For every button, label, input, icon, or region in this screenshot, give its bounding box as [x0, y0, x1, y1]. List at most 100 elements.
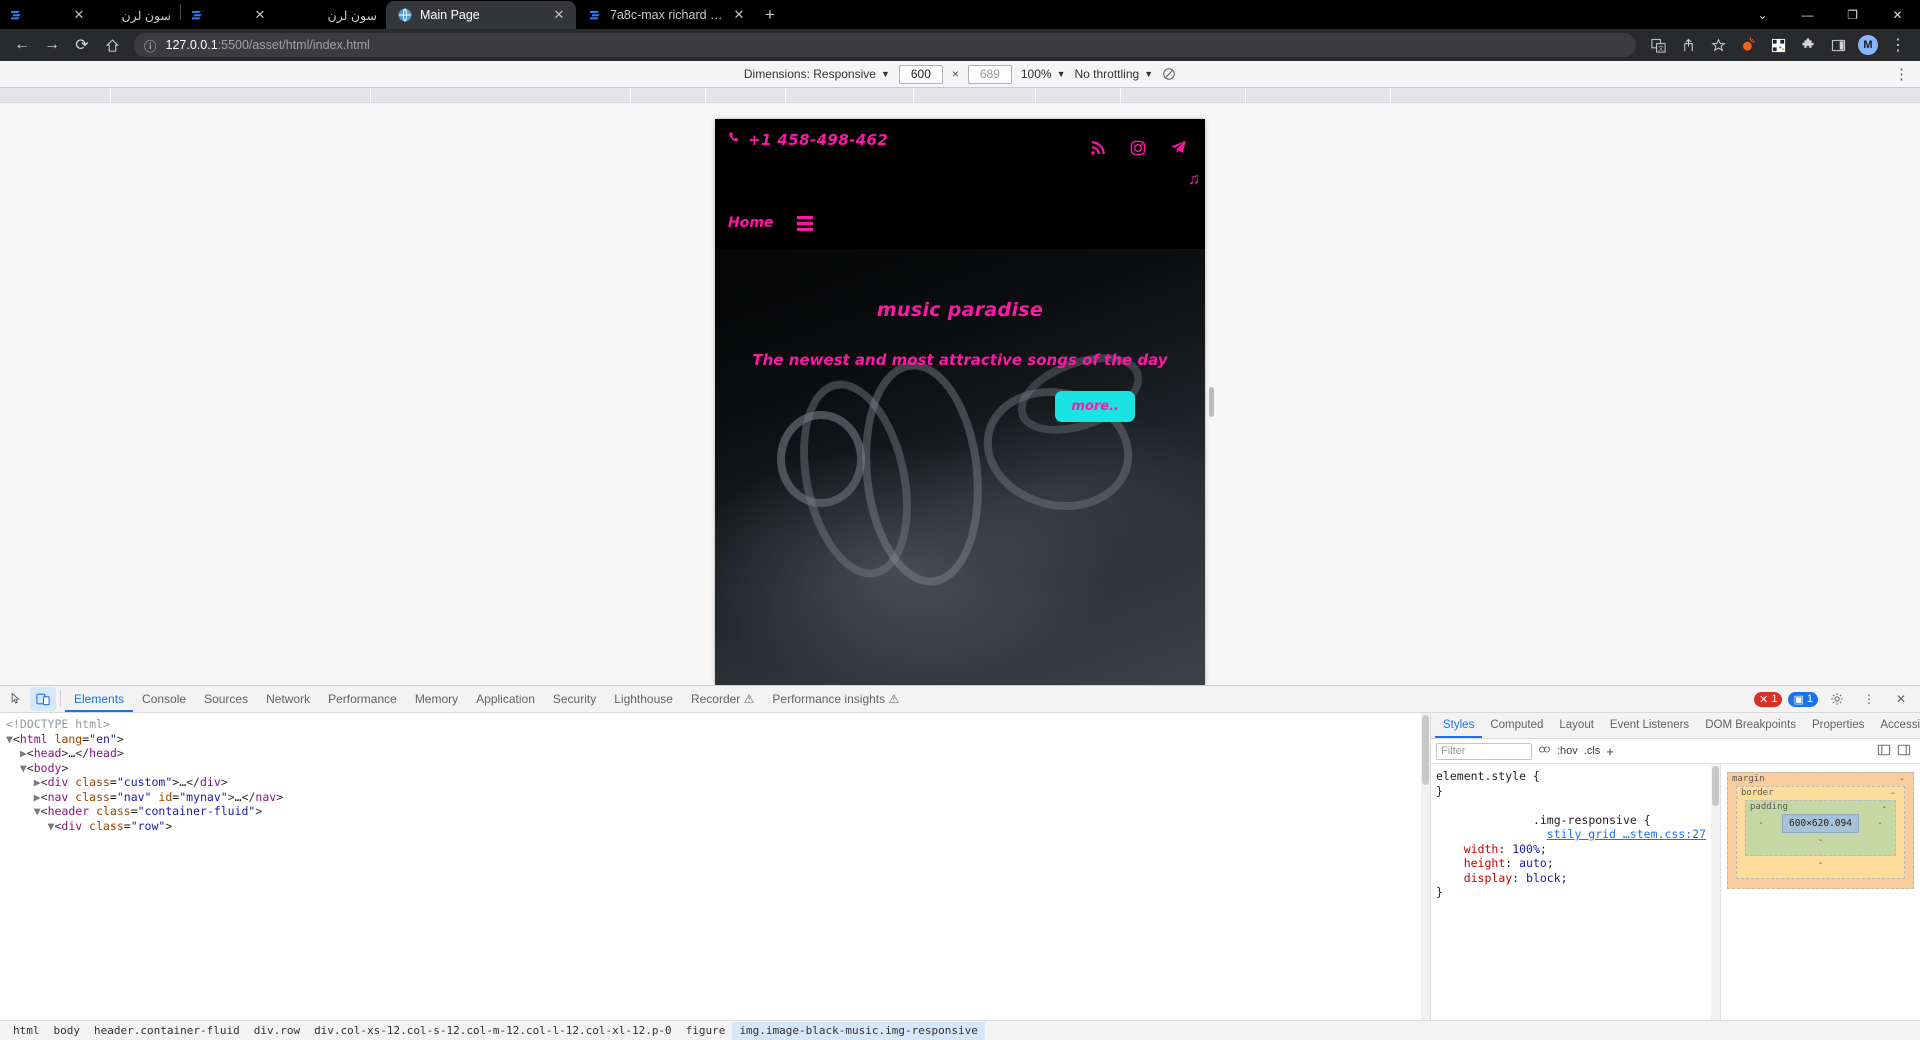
qr-extension-icon[interactable] [1764, 31, 1792, 59]
dimensions-dropdown[interactable]: Dimensions: Responsive ▼ [744, 67, 890, 81]
box-model-margin[interactable]: margin - border - padding - - 600×620.09… [1727, 772, 1914, 889]
tab-accessibility[interactable]: Accessibility [1872, 713, 1920, 738]
toggle-sidebar-icon[interactable] [1897, 743, 1911, 760]
css-rule-header[interactable]: .img-responsive {stily grid …stem.css:27 [1436, 798, 1720, 842]
address-bar[interactable]: ⓘ 127.0.0.1:5500/asset/html/index.html [134, 33, 1636, 57]
cls-toggle[interactable]: .cls [1584, 745, 1601, 757]
tab-favicon-only-0[interactable] [0, 1, 60, 29]
new-style-rule-icon[interactable]: + [1606, 744, 1614, 759]
no-rotate-icon[interactable] [1162, 67, 1176, 81]
dom-node[interactable]: <!DOCTYPE html> [6, 717, 1430, 732]
tab-recorder[interactable]: Recorder ⚠ [682, 686, 763, 712]
phone-number-link[interactable]: +1 458-498-462 [728, 131, 888, 149]
breadcrumb-item-img[interactable]: img.image-black-music.img-responsive [732, 1021, 985, 1040]
css-rules-pane[interactable]: element.style { } .img-responsive {stily… [1431, 764, 1720, 1020]
dom-node[interactable]: ▼<html lang="en"> [6, 732, 1430, 747]
maximize-icon[interactable]: ❐ [1830, 0, 1875, 29]
minimize-icon[interactable]: — [1785, 0, 1830, 29]
close-window-icon[interactable]: ✕ [1875, 0, 1920, 29]
styles-filter-input[interactable]: Filter [1436, 742, 1532, 760]
tab-properties[interactable]: Properties [1804, 713, 1872, 738]
tab-layout[interactable]: Layout [1551, 713, 1602, 738]
browser-menu-icon[interactable]: ⋮ [1884, 31, 1912, 59]
dom-node[interactable]: ▼<div class="row"> [6, 819, 1430, 834]
viewport-resize-handle-right[interactable] [1209, 387, 1214, 417]
tab-2-active[interactable]: Main Page ✕ [386, 1, 576, 29]
tab-network[interactable]: Network [257, 686, 319, 712]
tab-lighthouse[interactable]: Lighthouse [605, 686, 682, 712]
device-toolbar-icon[interactable] [30, 687, 56, 711]
tab-event-listeners[interactable]: Event Listeners [1602, 713, 1697, 738]
tab-elements[interactable]: Elements [65, 686, 134, 712]
computed-styles-sidebar-icon[interactable] [1877, 743, 1891, 760]
viewport-width-input[interactable]: 600 [898, 64, 943, 84]
css-declaration[interactable]: height: auto; [1436, 856, 1720, 871]
dom-tree-pane[interactable]: <!DOCTYPE html> ▼<html lang="en"> ▶<head… [0, 713, 1430, 1020]
tab-favicon-only-1[interactable] [181, 1, 241, 29]
breadcrumb-item-row[interactable]: div.row [247, 1022, 307, 1040]
share-icon[interactable] [1674, 31, 1702, 59]
tab-1[interactable]: سون لرن ✕ [241, 1, 386, 29]
tab-console[interactable]: Console [133, 686, 195, 712]
hov-toggle[interactable]: :hov [1557, 745, 1578, 757]
css-selector[interactable]: .img-responsive { [1533, 813, 1651, 827]
dom-node[interactable]: ▶<head>…</head> [6, 746, 1430, 761]
reload-icon[interactable]: ⟳ [68, 31, 96, 59]
tab-dom-breakpoints[interactable]: DOM Breakpoints [1697, 713, 1804, 738]
tab-security[interactable]: Security [544, 686, 605, 712]
tab-styles[interactable]: Styles [1435, 713, 1483, 738]
profile-avatar[interactable]: M [1854, 31, 1882, 59]
forward-icon[interactable]: → [38, 31, 66, 59]
breadcrumb-item-header[interactable]: header.container-fluid [87, 1022, 247, 1040]
tab-performance[interactable]: Performance [319, 686, 406, 712]
device-toolbar-menu-icon[interactable]: ⋮ [1894, 65, 1910, 83]
close-icon[interactable]: ✕ [551, 7, 567, 23]
translate-icon[interactable]: 文 [1644, 31, 1672, 59]
back-icon[interactable]: ← [8, 31, 36, 59]
box-model-padding[interactable]: padding - - 600×620.094 - - [1745, 800, 1896, 856]
dom-node[interactable]: ▶<div class="custom">…</div> [6, 775, 1430, 790]
new-tab-button[interactable]: + [756, 1, 784, 29]
gear-icon[interactable] [1824, 687, 1850, 711]
tab-computed[interactable]: Computed [1482, 713, 1551, 738]
site-info-icon[interactable]: ⓘ [144, 36, 157, 55]
breadcrumb-item-col[interactable]: div.col-xs-12.col-s-12.col-m-12.col-l-12… [307, 1022, 679, 1040]
side-panel-icon[interactable] [1824, 31, 1852, 59]
rss-icon[interactable] [1090, 140, 1106, 156]
more-button[interactable]: more.. [1055, 391, 1135, 422]
chevron-down-icon[interactable]: ⌄ [1740, 0, 1785, 29]
css-source-link[interactable]: stily grid …stem.css:27 [1547, 827, 1706, 842]
close-devtools-icon[interactable]: ✕ [1888, 687, 1914, 711]
dom-node[interactable]: ▶<nav class="nav" id="mynav">…</nav> [6, 790, 1430, 805]
dom-scrollbar[interactable] [1421, 713, 1430, 1020]
devtools-menu-icon[interactable]: ⋮ [1856, 687, 1882, 711]
css-declaration[interactable]: width: 100%; [1436, 842, 1720, 857]
orange-extension-icon[interactable] [1734, 31, 1762, 59]
css-declaration[interactable]: display: block; [1436, 871, 1720, 886]
info-badge[interactable]: ▣ 1 [1788, 691, 1818, 707]
home-icon[interactable] [98, 31, 126, 59]
breadcrumb-item-figure[interactable]: figure [679, 1022, 733, 1040]
inspect-element-icon[interactable] [4, 687, 30, 711]
tab-application[interactable]: Application [467, 686, 544, 712]
star-icon[interactable] [1704, 31, 1732, 59]
box-model-border[interactable]: border - padding - - 600×620.094 - - - [1736, 786, 1905, 879]
close-icon[interactable]: ✕ [731, 7, 747, 23]
zoom-dropdown[interactable]: 100% ▼ [1021, 67, 1066, 81]
throttling-dropdown[interactable]: No throttling ▼ [1075, 67, 1154, 81]
tab-sources[interactable]: Sources [195, 686, 257, 712]
nav-link-home[interactable]: Home [728, 215, 773, 231]
box-model-content-size[interactable]: 600×620.094 [1782, 814, 1859, 833]
tab-performance-insights[interactable]: Performance insights ⚠ [763, 686, 908, 712]
hamburger-menu-icon[interactable] [797, 215, 814, 231]
telegram-icon[interactable] [1170, 139, 1187, 156]
tab-0[interactable]: سون لرن ✕ [60, 1, 180, 29]
dom-node[interactable]: ▼<body> [6, 761, 1430, 776]
css-scrollbar[interactable] [1711, 764, 1720, 1020]
viewport-height-input[interactable]: 689 [967, 64, 1012, 84]
element-state-icon[interactable] [1538, 743, 1551, 759]
error-badge[interactable]: ✕ 1 [1754, 691, 1783, 707]
breadcrumb-item-body[interactable]: body [47, 1022, 88, 1040]
instagram-icon[interactable] [1130, 140, 1146, 156]
close-icon[interactable]: ✕ [71, 7, 87, 23]
